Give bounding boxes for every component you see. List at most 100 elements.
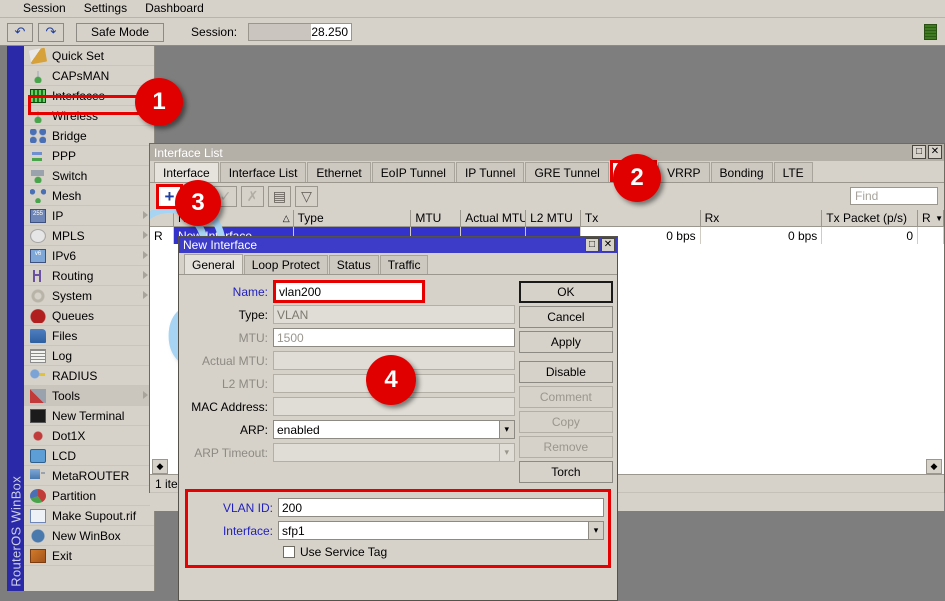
maximize-icon[interactable]: □	[912, 145, 926, 159]
menu-item-dashboard[interactable]: Dashboard	[136, 0, 213, 17]
tab-vrrp[interactable]: VRRP	[658, 162, 709, 182]
column-header[interactable]: MTU	[411, 210, 461, 226]
sidebar-item-label: Mesh	[52, 189, 81, 203]
sidebar-item-log[interactable]: Log	[24, 346, 154, 366]
column-header-label: Rx	[705, 211, 720, 225]
sidebar-item-label: System	[52, 289, 92, 303]
sidebar-item-ppp[interactable]: PPP	[24, 146, 154, 166]
sidebar-item-bridge[interactable]: Bridge	[24, 126, 154, 146]
tab-interface[interactable]: Interface	[154, 162, 219, 182]
scroll-right-button[interactable]: ◆	[926, 459, 942, 474]
sidebar-item-switch[interactable]: Switch	[24, 166, 154, 186]
signal-strength-icon	[924, 24, 937, 40]
column-header[interactable]: Rx	[701, 210, 823, 226]
find-input[interactable]: Find	[850, 187, 938, 205]
close-icon[interactable]: ✕	[928, 145, 942, 159]
sidebar-item-new-winbox[interactable]: New WinBox	[24, 526, 154, 546]
vlan-interface-dropdown-icon[interactable]: ▾	[589, 521, 604, 540]
column-header[interactable]: L2 MTU	[526, 210, 581, 226]
comment-button: Comment	[519, 386, 613, 408]
vlan-id-input[interactable]: 200	[278, 498, 604, 517]
new-interface-titlebar[interactable]: New Interface □ ✕	[179, 237, 617, 253]
sidebar-item-label: Partition	[52, 489, 96, 503]
arp-field[interactable]: enabled	[273, 420, 500, 439]
column-header[interactable]: Type	[294, 210, 412, 226]
sidebar-item-system[interactable]: System	[24, 286, 154, 306]
sidebar-item-new-terminal[interactable]: New Terminal	[24, 406, 154, 426]
sidebar-item-metarouter[interactable]: MetaROUTER	[24, 466, 154, 486]
session-address-field[interactable]: 28.250	[248, 23, 352, 41]
sidebar-item-capsman[interactable]: CAPsMAN	[24, 66, 154, 86]
step-badge-2: 2	[613, 154, 661, 202]
interface-list-title: Interface List	[154, 146, 223, 160]
undo-icon[interactable]: ↶	[7, 23, 33, 42]
vlan-interface-input[interactable]: sfp1	[278, 521, 589, 540]
sidebar-item-label: Quick Set	[52, 49, 104, 63]
arp-timeout-field-dropdown-icon: ▾	[500, 443, 515, 462]
sidebar-item-label: Log	[52, 349, 72, 363]
dialog-close-icon[interactable]: ✕	[601, 238, 615, 252]
sidebar-item-ipv6[interactable]: v6IPv6	[24, 246, 154, 266]
sidebar-item-files[interactable]: Files	[24, 326, 154, 346]
column-header[interactable]: Tx Packet (p/s)	[822, 210, 918, 226]
ip-icon: 255	[30, 209, 46, 223]
dialog-maximize-icon[interactable]: □	[585, 238, 599, 252]
filter-icon[interactable]: ▽	[295, 186, 318, 207]
type-field: VLAN	[273, 305, 515, 324]
ok-button[interactable]: OK	[519, 281, 613, 303]
interface-list-titlebar[interactable]: Interface List □ ✕	[150, 144, 944, 161]
disable-button[interactable]: Disable	[519, 361, 613, 383]
sidebar-item-queues[interactable]: Queues	[24, 306, 154, 326]
actual-mtu-field-label: Actual MTU:	[183, 354, 273, 368]
tab-ethernet[interactable]: Ethernet	[307, 162, 370, 182]
dialog-tab-traffic[interactable]: Traffic	[380, 255, 429, 274]
sidebar-item-exit[interactable]: Exit	[24, 546, 154, 566]
sidebar-item-radius[interactable]: RADIUS	[24, 366, 154, 386]
table-cell-flag: R	[150, 227, 174, 244]
capsman-icon	[30, 69, 46, 83]
tab-gre-tunnel[interactable]: GRE Tunnel	[525, 162, 608, 182]
tab-interface-list[interactable]: Interface List	[220, 162, 307, 182]
apply-button[interactable]: Apply	[519, 331, 613, 353]
torch-button[interactable]: Torch	[519, 461, 613, 483]
tab-lte[interactable]: LTE	[774, 162, 813, 182]
sidebar-item-label: IP	[52, 209, 63, 223]
arp-field-dropdown-icon[interactable]: ▾	[500, 420, 515, 439]
dialog-tab-general[interactable]: General	[184, 254, 243, 274]
tab-bonding[interactable]: Bonding	[711, 162, 773, 182]
safe-mode-button[interactable]: Safe Mode	[76, 23, 164, 42]
dialog-tab-status[interactable]: Status	[329, 255, 379, 274]
mtu-field[interactable]: 1500	[273, 328, 515, 347]
redo-icon[interactable]: ↷	[38, 23, 64, 42]
sidebar-item-quick-set[interactable]: Quick Set	[24, 46, 154, 66]
session-label: Session:	[191, 25, 237, 39]
mpls-icon	[30, 229, 46, 243]
column-menu-icon[interactable]: ▼	[935, 214, 943, 223]
sidebar-item-make-supout-rif[interactable]: Make Supout.rif	[24, 506, 154, 526]
column-header[interactable]: Actual MTU	[461, 210, 526, 226]
sidebar-item-wireless[interactable]: Wireless	[24, 106, 154, 126]
sidebar-item-routing[interactable]: Routing	[24, 266, 154, 286]
column-header[interactable]	[150, 210, 174, 226]
column-header[interactable]: R▼	[918, 210, 944, 226]
name-field[interactable]: vlan200	[276, 283, 422, 300]
sidebar-item-partition[interactable]: Partition	[24, 486, 154, 506]
table-cell-rx: 0 bps	[701, 227, 823, 244]
sidebar-item-lcd[interactable]: LCD	[24, 446, 154, 466]
sidebar-item-label: Make Supout.rif	[52, 509, 136, 523]
tab-ip-tunnel[interactable]: IP Tunnel	[456, 162, 524, 182]
column-header[interactable]: Tx	[581, 210, 701, 226]
dialog-tab-loop-protect[interactable]: Loop Protect	[244, 255, 328, 274]
menu-item-settings[interactable]: Settings	[75, 0, 136, 17]
menu-item-session[interactable]: Session	[14, 0, 75, 17]
cancel-button[interactable]: Cancel	[519, 306, 613, 328]
sidebar-item-ip[interactable]: 255 IP	[24, 206, 154, 226]
comment-icon[interactable]: ▤	[268, 186, 291, 207]
use-service-tag-checkbox[interactable]	[283, 546, 295, 558]
sidebar-item-mesh[interactable]: Mesh	[24, 186, 154, 206]
sidebar-item-dot1x[interactable]: Dot1X	[24, 426, 154, 446]
sidebar-item-mpls[interactable]: MPLS	[24, 226, 154, 246]
sidebar-item-tools[interactable]: Tools	[24, 386, 154, 406]
scroll-left-button[interactable]: ◆	[152, 459, 168, 474]
tab-eoip-tunnel[interactable]: EoIP Tunnel	[372, 162, 455, 182]
